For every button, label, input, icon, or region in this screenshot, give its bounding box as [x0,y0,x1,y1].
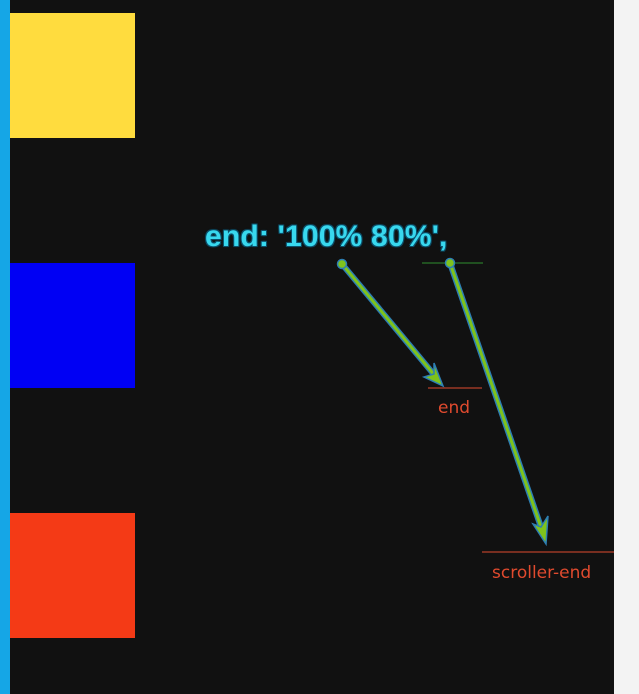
yellow-box [10,13,135,138]
end-marker-label: end [438,398,471,418]
scroller-end-marker-label: scroller-end [492,563,592,583]
left-edge-bar [0,0,10,694]
scroll-viewport[interactable]: end: '100% 80%', end scroller-end [0,0,614,694]
code-annotation: end: '100% 80%', [205,220,448,253]
blue-box [10,263,135,388]
red-box [10,513,135,638]
right-gutter [614,0,639,694]
